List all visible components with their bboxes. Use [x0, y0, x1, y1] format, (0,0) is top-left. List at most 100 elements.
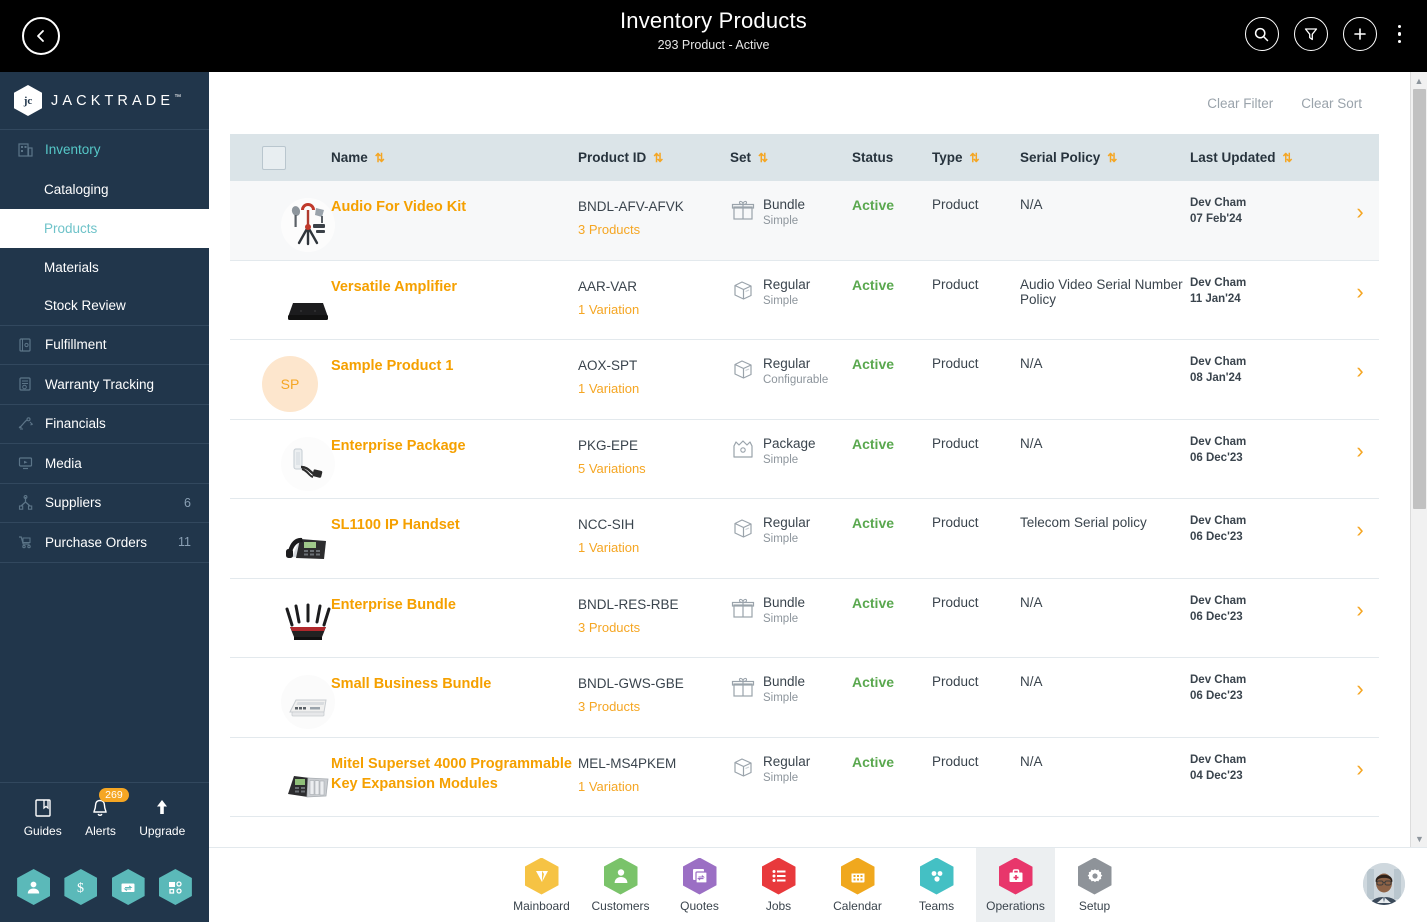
chevron-right-icon[interactable]: › — [1356, 597, 1363, 623]
more-menu-button[interactable] — [1392, 23, 1408, 46]
product-name-link[interactable]: SL1100 IP Handset — [331, 515, 460, 535]
product-variation-count[interactable]: 1 Variation — [578, 779, 676, 794]
user-avatar[interactable] — [1363, 863, 1405, 905]
table-row[interactable]: SP Sample Product 1 AOX-SPT 1 Variation Regu… — [230, 340, 1379, 420]
user-icon — [27, 881, 40, 893]
brand-logo[interactable]: jc JACKTRADE™ — [0, 72, 209, 130]
row-thumbnail-cell — [230, 436, 335, 499]
bottom-nav-label: Jobs — [765, 898, 792, 913]
sort-icon[interactable]: ⇅ — [970, 151, 980, 165]
chevron-right-icon[interactable]: › — [1356, 517, 1363, 543]
product-name-link[interactable]: Enterprise Bundle — [331, 595, 456, 615]
guides-button[interactable]: Guides — [24, 798, 62, 838]
upgrade-button[interactable]: Upgrade — [139, 798, 185, 838]
quick-action-workflow[interactable] — [158, 869, 192, 905]
select-all-checkbox[interactable] — [262, 145, 286, 170]
scrollbar-thumb[interactable] — [1413, 89, 1426, 509]
bottom-nav-item-operations[interactable]: Operations — [976, 847, 1055, 922]
sidebar-item-purchase-orders[interactable]: Purchase Orders 11 — [0, 523, 209, 563]
product-variation-count[interactable]: 1 Variation — [578, 381, 639, 396]
sidebar-item-financials[interactable]: Financials — [0, 405, 209, 444]
sidebar-item-fulfillment[interactable]: Fulfillment — [0, 326, 209, 365]
row-serial-policy-cell: N/A — [1020, 595, 1190, 658]
product-variation-count[interactable]: 3 Products — [578, 222, 684, 237]
chevron-right-icon[interactable]: › — [1356, 438, 1363, 464]
table-row[interactable]: Small Business Bundle BNDL-GWS-GBE 3 Produ… — [230, 658, 1379, 738]
column-header-set[interactable]: Set ⇅ — [730, 150, 852, 165]
table-row[interactable]: SL1100 IP Handset NCC-SIH 1 Variation Regul… — [230, 499, 1379, 579]
sidebar-item-cataloging[interactable]: Cataloging — [0, 170, 209, 209]
quick-action-user[interactable] — [17, 869, 51, 905]
updated-by: Dev Cham — [1190, 197, 1247, 209]
bottom-nav-item-jobs[interactable]: Jobs — [739, 848, 818, 922]
page-subtitle: 293 Product - Active — [657, 38, 770, 52]
sidebar-item-media[interactable]: Media — [0, 444, 209, 484]
row-name-cell: Versatile Amplifier — [331, 277, 578, 340]
table-row[interactable]: Mitel Superset 4000 Programmable Key Exp… — [230, 738, 1379, 817]
sidebar-item-stock-review[interactable]: Stock Review — [0, 287, 209, 326]
bottom-nav-item-quotes[interactable]: Quotes — [660, 848, 739, 922]
sidebar-item-materials[interactable]: Materials — [0, 248, 209, 287]
search-button[interactable] — [1244, 17, 1279, 51]
clear-filter-button[interactable]: Clear Filter — [1207, 96, 1273, 111]
chevron-right-icon[interactable]: › — [1356, 756, 1363, 782]
product-variation-count[interactable]: 5 Variations — [578, 461, 646, 476]
sidebar: jc JACKTRADE™ Inventory Cataloging Produ… — [0, 72, 209, 922]
product-variation-count[interactable]: 3 Products — [578, 620, 679, 635]
main-scrollbar[interactable]: ▲ ▼ — [1410, 72, 1427, 847]
add-button[interactable] — [1342, 17, 1377, 51]
sort-icon[interactable]: ⇅ — [375, 151, 385, 165]
chevron-right-icon[interactable]: › — [1356, 358, 1363, 384]
table-row[interactable]: Versatile Amplifier AAR-VAR 1 Variation Reg… — [230, 261, 1379, 340]
product-name-link[interactable]: Mitel Superset 4000 Programmable Key Exp… — [331, 754, 578, 794]
table-body: Audio For Video Kit BNDL-AFV-AFVK 3 Produc… — [230, 181, 1379, 817]
bottom-nav-item-customers[interactable]: Customers — [581, 848, 660, 922]
column-label: Status — [852, 150, 894, 165]
row-open-cell: › — [1340, 515, 1380, 578]
product-variation-count[interactable]: 1 Variation — [578, 302, 639, 317]
table-row[interactable]: Enterprise Package PKG-EPE 5 Variations Pac… — [230, 420, 1379, 499]
sidebar-item-warranty-tracking[interactable]: Warranty Tracking — [0, 365, 209, 405]
sidebar-item-label: Stock Review — [44, 298, 126, 313]
teams-icon — [931, 871, 942, 882]
chevron-right-icon[interactable]: › — [1356, 676, 1363, 702]
sidebar-item-products[interactable]: Products — [0, 208, 209, 248]
product-variation-count[interactable]: 1 Variation — [578, 540, 639, 555]
sort-icon[interactable]: ⇅ — [758, 151, 768, 165]
bottom-nav-label: Setup — [1078, 898, 1111, 913]
column-header-product-id[interactable]: Product ID ⇅ — [578, 150, 730, 165]
quick-action-invoice[interactable] — [111, 869, 145, 905]
bottom-nav-item-mainboard[interactable]: Mainboard — [502, 848, 581, 922]
quick-action-payments[interactable]: $ — [64, 869, 98, 905]
sidebar-item-inventory[interactable]: Inventory — [0, 130, 209, 170]
product-variation-count[interactable]: 3 Products — [578, 699, 684, 714]
table-row[interactable]: Enterprise Bundle BNDL-RES-RBE 3 Products B… — [230, 579, 1379, 658]
chevron-right-icon[interactable]: › — [1356, 279, 1363, 305]
filter-button[interactable] — [1293, 17, 1328, 51]
bottom-nav-item-teams[interactable]: Teams — [897, 848, 976, 922]
chevron-right-icon[interactable]: › — [1356, 199, 1363, 225]
scroll-up-arrow[interactable]: ▲ — [1411, 72, 1427, 89]
product-name-link[interactable]: Versatile Amplifier — [331, 277, 457, 297]
product-name-link[interactable]: Audio For Video Kit — [331, 197, 466, 217]
table-row[interactable]: Audio For Video Kit BNDL-AFV-AFVK 3 Produc… — [230, 181, 1379, 261]
column-header-serial-policy[interactable]: Serial Policy ⇅ — [1020, 150, 1190, 165]
sidebar-item-suppliers[interactable]: Suppliers 6 — [0, 484, 209, 523]
sort-icon[interactable]: ⇅ — [653, 151, 663, 165]
scroll-down-arrow[interactable]: ▼ — [1411, 830, 1427, 847]
sort-icon[interactable]: ⇅ — [1283, 151, 1293, 165]
bottom-nav-item-setup[interactable]: Setup — [1055, 848, 1134, 922]
column-header-type[interactable]: Type ⇅ — [932, 150, 1020, 165]
row-open-cell: › — [1340, 674, 1380, 737]
product-name-link[interactable]: Small Business Bundle — [331, 674, 491, 694]
product-name-link[interactable]: Enterprise Package — [331, 436, 466, 456]
clear-sort-button[interactable]: Clear Sort — [1301, 96, 1362, 111]
column-header-name[interactable]: Name ⇅ — [331, 150, 578, 165]
product-name-link[interactable]: Sample Product 1 — [331, 356, 453, 376]
row-set-cell: Regular Simple — [730, 754, 852, 817]
alerts-button[interactable]: 269 Alerts — [85, 787, 129, 838]
sort-icon[interactable]: ⇅ — [1107, 151, 1117, 165]
search-icon — [1254, 27, 1269, 41]
column-header-last-updated[interactable]: Last Updated ⇅ — [1190, 150, 1340, 165]
bottom-nav-item-calendar[interactable]: Calendar — [818, 848, 897, 922]
